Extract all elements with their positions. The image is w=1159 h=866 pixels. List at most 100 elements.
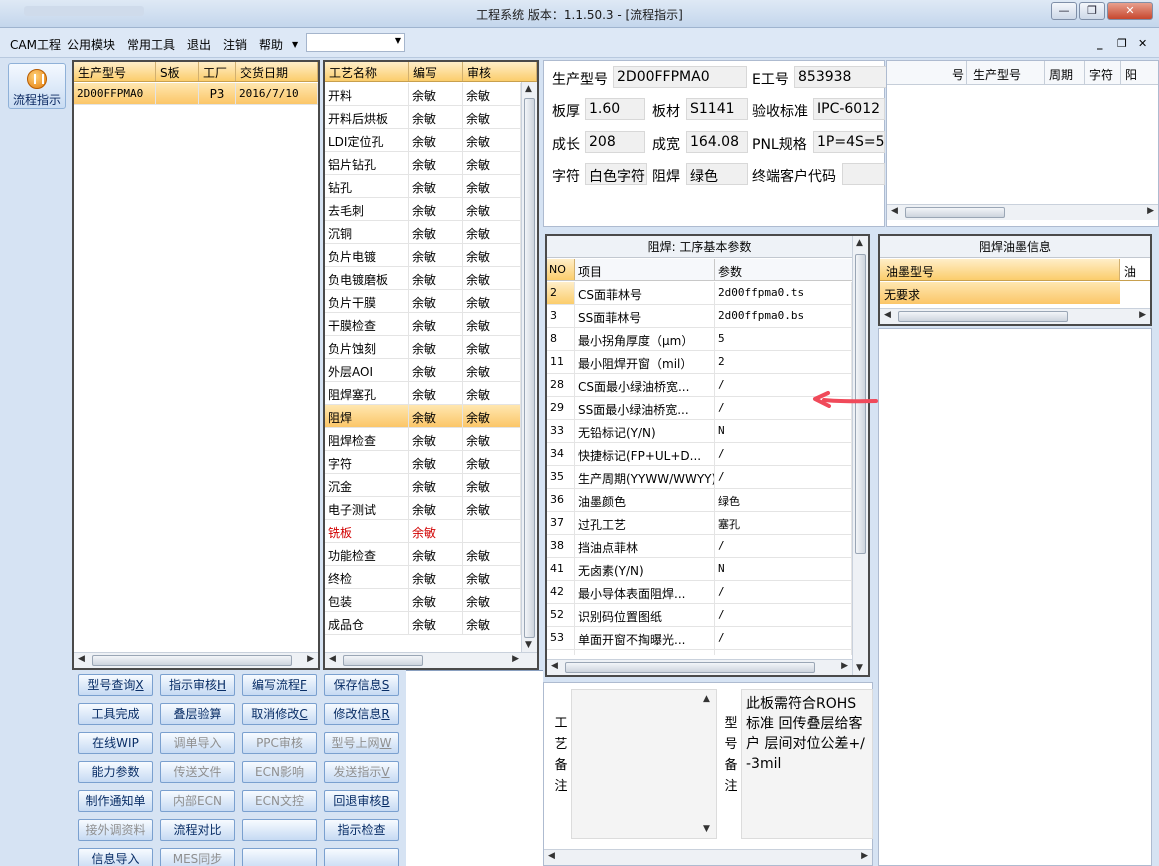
field-standard[interactable]: IPC-6012 I xyxy=(813,98,885,120)
field-character[interactable]: 白色字符 xyxy=(585,163,647,185)
action-button-8[interactable]: 修改信息R xyxy=(324,703,399,725)
process-hscroll[interactable]: ◀ ▶ xyxy=(325,652,537,668)
table-row[interactable]: 包装 余敏 余敏 xyxy=(325,589,521,612)
table-row[interactable]: 2 CS面菲林号 2d00ffpma0.ts xyxy=(547,282,852,305)
col-item[interactable]: 项目 xyxy=(575,259,715,280)
table-row[interactable]: 阻焊 余敏 余敏 xyxy=(325,405,521,428)
process-vscroll[interactable]: ▲ ▼ xyxy=(521,82,537,652)
table-row[interactable]: 负片干膜 余敏 余敏 xyxy=(325,290,521,313)
action-button-20[interactable]: 回退审核B xyxy=(324,790,399,812)
params-vscroll[interactable]: ▲ ▼ xyxy=(852,236,868,675)
table-row[interactable]: 阻焊检查 余敏 余敏 xyxy=(325,428,521,451)
close-button[interactable]: ✕ xyxy=(1107,2,1153,20)
action-button-16[interactable]: 发送指示V xyxy=(324,761,399,783)
ink-hscroll[interactable]: ◀ ▶ xyxy=(880,308,1150,324)
action-button-2[interactable]: 指示审核H xyxy=(160,674,235,696)
table-row[interactable]: 3 SS面菲林号 2d00ffpma0.bs xyxy=(547,305,852,328)
scroll-left-icon[interactable]: ◀ xyxy=(329,654,336,664)
menu-exit[interactable]: 退出 xyxy=(187,36,211,53)
side-hscroll[interactable]: ◀ ▶ xyxy=(887,204,1158,220)
col-s-board[interactable]: S板 xyxy=(156,62,199,81)
scroll-right-icon[interactable]: ▶ xyxy=(1139,310,1146,320)
col-reviewer[interactable]: 审核 xyxy=(463,62,537,81)
table-row[interactable]: 34 快捷标记(FP+UL+D... / xyxy=(547,443,852,466)
scroll-right-icon[interactable]: ▶ xyxy=(1147,206,1154,216)
model-remark-field[interactable]: 此板需符合ROHS标准 回传叠层给客户 层间对位公差+/-3mil xyxy=(741,689,873,839)
scroll-right-icon[interactable]: ▶ xyxy=(512,654,519,664)
col-side-period[interactable]: 周期 xyxy=(1045,61,1085,84)
col-writer[interactable]: 编写 xyxy=(409,62,463,81)
action-button-24[interactable]: 指示检查 xyxy=(324,819,399,841)
action-button-3[interactable]: 编写流程F xyxy=(242,674,317,696)
table-row[interactable]: 33 无铅标记(Y/N) N xyxy=(547,420,852,443)
scroll-left-icon[interactable]: ◀ xyxy=(884,310,891,320)
menu-tools[interactable]: 常用工具 xyxy=(127,36,175,53)
action-button-4[interactable]: 保存信息S xyxy=(324,674,399,696)
action-button-28[interactable] xyxy=(324,848,399,866)
scroll-thumb[interactable] xyxy=(524,98,535,638)
field-customer-code[interactable] xyxy=(842,163,885,185)
table-row[interactable]: 42 最小导体表面阻焊... / xyxy=(547,581,852,604)
table-row[interactable]: 56生产周期位置(CS+SS)/ xyxy=(547,650,852,655)
restore-button[interactable]: ❐ xyxy=(1079,2,1105,20)
col-ink-model[interactable]: 油墨型号 xyxy=(880,259,1120,280)
field-model[interactable]: 2D00FFPMA0 xyxy=(613,66,747,88)
scroll-down-icon[interactable]: ▼ xyxy=(525,640,532,650)
menu-help[interactable]: 帮助 xyxy=(259,36,283,53)
menu-help-dropdown-icon[interactable]: ▼ xyxy=(292,40,298,49)
scroll-up-icon[interactable]: ▲ xyxy=(525,84,532,94)
table-row[interactable]: 37 过孔工艺 塞孔 xyxy=(547,512,852,535)
action-button-18[interactable]: 内部ECN xyxy=(160,790,235,812)
table-row[interactable]: 钻孔 余敏 余敏 xyxy=(325,175,521,198)
col-side-more[interactable]: 阳 xyxy=(1121,61,1158,84)
action-button-12[interactable]: 型号上网W xyxy=(324,732,399,754)
mdi-close-button[interactable]: ✕ xyxy=(1138,37,1147,50)
action-button-7[interactable]: 取消修改C xyxy=(242,703,317,725)
action-button-19[interactable]: ECN文控 xyxy=(242,790,317,812)
col-model[interactable]: 生产型号 xyxy=(74,62,156,81)
minimize-button[interactable]: — xyxy=(1051,2,1077,20)
menu-cam[interactable]: CAM工程 xyxy=(10,36,61,53)
table-row[interactable]: 干膜检查 余敏 余敏 xyxy=(325,313,521,336)
field-pnl[interactable]: 1P=4S=5U xyxy=(813,131,885,153)
col-param[interactable]: 参数 xyxy=(715,259,852,280)
scroll-down-icon[interactable]: ▼ xyxy=(703,824,710,834)
table-row[interactable]: 沉金 余敏 余敏 xyxy=(325,474,521,497)
action-button-1[interactable]: 型号查询X xyxy=(78,674,153,696)
action-button-21[interactable]: 接外调资料 xyxy=(78,819,153,841)
flow-indicator-nav-button[interactable]: 流程指示 xyxy=(8,63,66,109)
action-button-9[interactable]: 在线WIP xyxy=(78,732,153,754)
table-row[interactable]: 开料 余敏 余敏 xyxy=(325,83,521,106)
field-width[interactable]: 164.08 xyxy=(686,131,748,153)
table-row[interactable]: 36 油墨颜色 绿色 xyxy=(547,489,852,512)
table-row[interactable]: 11 最小阻焊开窗（mil） 2 xyxy=(547,351,852,374)
table-row[interactable]: 28 CS面最小绿油桥宽... / xyxy=(547,374,852,397)
action-button-11[interactable]: PPC审核 xyxy=(242,732,317,754)
field-material[interactable]: S1141 xyxy=(686,98,748,120)
table-row[interactable]: 负片电镀 余敏 余敏 xyxy=(325,244,521,267)
action-button-25[interactable]: 信息导入 xyxy=(78,848,153,866)
scroll-thumb[interactable] xyxy=(565,662,815,673)
scroll-down-icon[interactable]: ▼ xyxy=(856,663,863,673)
table-row[interactable]: 53 单面开窗不掏曝光... / xyxy=(547,627,852,650)
table-row[interactable]: 开料后烘板 余敏 余敏 xyxy=(325,106,521,129)
table-row[interactable]: 字符 余敏 余敏 xyxy=(325,451,521,474)
table-row[interactable]: 35 生产周期(YYWW/WWYY) / xyxy=(547,466,852,489)
col-side-id[interactable]: 号 xyxy=(887,61,967,84)
menu-combo[interactable]: ▼ xyxy=(306,33,405,52)
table-row[interactable]: 去毛刺 余敏 余敏 xyxy=(325,198,521,221)
col-factory[interactable]: 工厂 xyxy=(199,62,236,81)
table-row[interactable]: 41 无卤素(Y/N) N xyxy=(547,558,852,581)
col-no[interactable]: NO xyxy=(547,259,575,280)
table-row[interactable]: 无要求 xyxy=(880,282,1150,304)
process-remark-field[interactable]: ▲ ▼ xyxy=(571,689,717,839)
scroll-left-icon[interactable]: ◀ xyxy=(548,851,555,861)
remark-vscroll[interactable]: ▲ ▼ xyxy=(700,690,716,838)
table-row[interactable]: 负电镀磨板 余敏 余敏 xyxy=(325,267,521,290)
action-button-13[interactable]: 能力参数 xyxy=(78,761,153,783)
scroll-thumb[interactable] xyxy=(898,311,1068,322)
table-row[interactable]: 成品仓 余敏 余敏 xyxy=(325,612,521,635)
action-button-10[interactable]: 调单导入 xyxy=(160,732,235,754)
table-row[interactable]: 铣板 余敏 xyxy=(325,520,521,543)
table-row[interactable]: 电子测试 余敏 余敏 xyxy=(325,497,521,520)
